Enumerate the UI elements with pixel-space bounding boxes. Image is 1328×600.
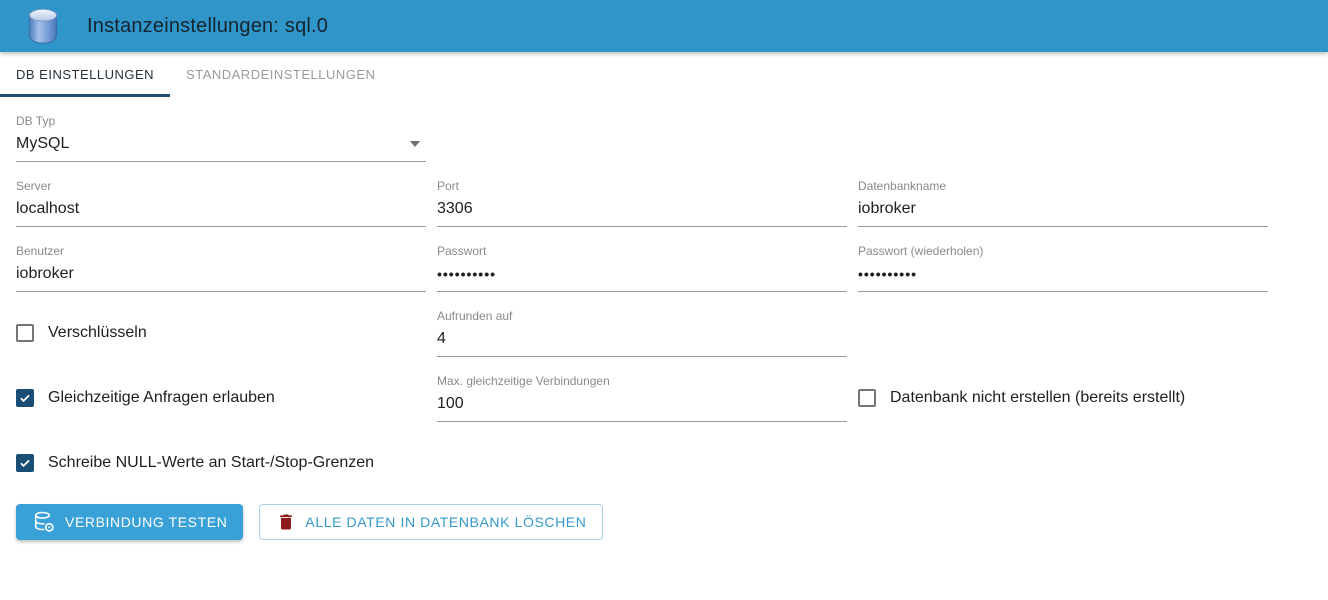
tab-db-einstellungen[interactable]: DB EINSTELLUNGEN [0, 52, 171, 97]
checkbox-label: Schreibe NULL-Werte an Start-/Stop-Grenz… [48, 454, 375, 471]
max-verbindungen-label: Max. gleichzeitige Verbindungen [437, 374, 610, 388]
dialog-header: Instanzeinstellungen: sql.0 [0, 0, 1328, 52]
server-label: Server [16, 179, 52, 193]
checkbox-box [16, 389, 34, 407]
port-label: Port [437, 179, 460, 193]
field-db-typ: DB Typ MySQL [16, 114, 426, 162]
passwort-input[interactable]: •••••••••• [437, 262, 847, 292]
datenbankname-label: Datenbankname [858, 179, 947, 193]
server-input[interactable]: localhost [16, 197, 426, 227]
checkbox-gleichzeitige-anfragen[interactable]: Gleichzeitige Anfragen erlauben [16, 389, 275, 407]
field-aufrunden-auf: Aufrunden auf 4 [437, 309, 847, 357]
dialog-title: Instanzeinstellungen: sql.0 [87, 14, 329, 37]
tab-label: DB EINSTELLUNGEN [16, 67, 155, 82]
test-connection-label: VERBINDUNG TESTEN [65, 514, 228, 530]
database-logo-icon [25, 7, 61, 45]
chevron-down-icon [410, 141, 420, 147]
test-connection-button[interactable]: VERBINDUNG TESTEN [16, 504, 244, 540]
aufrunden-label: Aufrunden auf [437, 309, 513, 323]
tab-bar: DB EINSTELLUNGEN STANDARDEINSTELLUNGEN [0, 52, 1328, 97]
delete-all-data-button[interactable]: ALLE DATEN IN DATENBANK LÖSCHEN [259, 504, 604, 540]
aufrunden-input[interactable]: 4 [437, 327, 847, 357]
field-passwort-wiederholen: Passwort (wiederholen) •••••••••• [858, 244, 1268, 292]
checkbox-datenbank-nicht-erstellen[interactable]: Datenbank nicht erstellen (bereits erste… [858, 389, 1185, 407]
passwort-wiederholen-input[interactable]: •••••••••• [858, 262, 1268, 292]
checkbox-verschluesseln[interactable]: Verschlüsseln [16, 324, 147, 342]
field-port: Port 3306 [437, 179, 847, 227]
tab-standardeinstellungen[interactable]: STANDARDEINSTELLUNGEN [170, 52, 391, 97]
benutzer-input[interactable]: iobroker [16, 262, 426, 292]
delete-all-data-label: ALLE DATEN IN DATENBANK LÖSCHEN [305, 514, 587, 530]
db-typ-label: DB Typ [16, 114, 56, 128]
field-benutzer: Benutzer iobroker [16, 244, 426, 292]
button-row: VERBINDUNG TESTEN ALLE DATEN IN DATENBAN… [16, 504, 1312, 540]
check-icon [20, 459, 30, 468]
checkbox-box [858, 389, 876, 407]
field-passwort: Passwort •••••••••• [437, 244, 847, 292]
passwort-wiederholen-label: Passwort (wiederholen) [858, 244, 984, 258]
field-datenbankname: Datenbankname iobroker [858, 179, 1268, 227]
instance-settings-dialog: Instanzeinstellungen: sql.0 DB EINSTELLU… [0, 0, 1328, 540]
field-server: Server localhost [16, 179, 426, 227]
checkbox-box [16, 454, 34, 472]
port-input[interactable]: 3306 [437, 197, 847, 227]
passwort-label: Passwort [437, 244, 487, 258]
database-connection-icon [32, 510, 56, 534]
datenbankname-input[interactable]: iobroker [858, 197, 1268, 227]
db-typ-value: MySQL [16, 135, 70, 152]
checkbox-box [16, 324, 34, 342]
max-verbindungen-input[interactable]: 100 [437, 392, 847, 422]
check-icon [20, 394, 30, 403]
tab-label: STANDARDEINSTELLUNGEN [186, 67, 376, 82]
checkbox-label: Gleichzeitige Anfragen erlauben [48, 389, 275, 406]
db-typ-select[interactable]: MySQL [16, 132, 426, 162]
settings-form: DB Typ MySQL Server localhost Port 3306 … [0, 97, 1328, 540]
checkbox-label: Datenbank nicht erstellen (bereits erste… [890, 389, 1186, 406]
trash-icon [276, 512, 296, 532]
benutzer-label: Benutzer [16, 244, 65, 258]
field-max-verbindungen: Max. gleichzeitige Verbindungen 100 [437, 374, 847, 422]
checkbox-label: Verschlüsseln [48, 324, 147, 341]
checkbox-null-werte[interactable]: Schreibe NULL-Werte an Start-/Stop-Grenz… [16, 454, 374, 472]
